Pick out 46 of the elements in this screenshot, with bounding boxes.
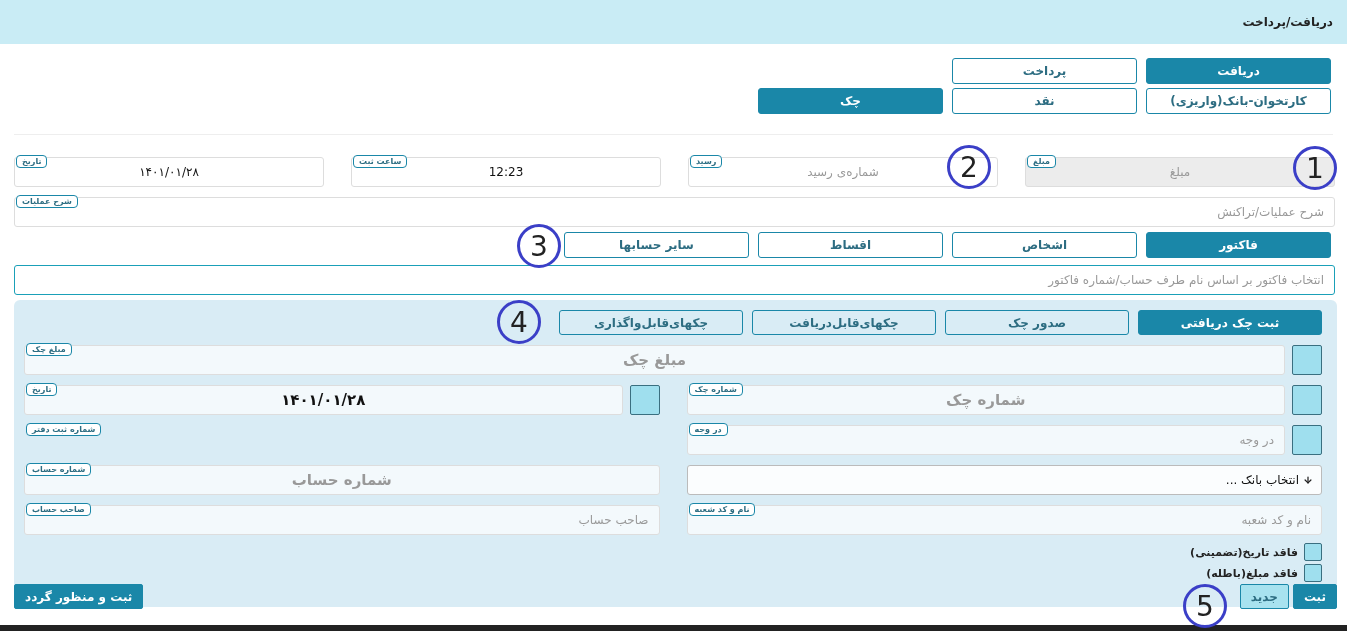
checkbox-label: فاقد تاریخ(تضمینی) (1190, 545, 1298, 559)
save-and-post-button[interactable]: ثبت و منظور گردد (14, 584, 144, 609)
tab[interactable]: چکهای‌قابل‌واگذاری (559, 310, 743, 335)
field-label: تاریخ (16, 155, 48, 168)
field-label: مبلغ (1027, 155, 1056, 168)
arrow-down-icon (1303, 475, 1313, 485)
callout-number: 3 (517, 224, 561, 268)
checkbox[interactable] (629, 385, 660, 415)
method-toggle[interactable]: چک (758, 88, 943, 114)
field-label: تاریخ (26, 383, 58, 396)
tab[interactable]: سایر حسابها (564, 232, 749, 258)
tab[interactable]: اشخاص (952, 232, 1137, 258)
field-label: رسید (690, 155, 723, 168)
callout-number: 4 (497, 300, 541, 344)
checkbox[interactable] (1304, 543, 1322, 561)
method-toggle[interactable]: کارتخوان-بانک(واریزی) (1146, 88, 1331, 114)
search-field[interactable]: انتخاب فاکتور بر اساس نام طرف حساب/شماره فاکتور (14, 265, 1335, 295)
checkbox[interactable] (1292, 425, 1322, 455)
save-button[interactable]: ثبت (1292, 584, 1337, 609)
type-toggle[interactable]: دریافت (1146, 58, 1331, 84)
method-toggle[interactable]: نقد (952, 88, 1137, 114)
field-label: صاحب حساب (26, 503, 91, 516)
checkbox[interactable] (1292, 345, 1322, 375)
checkbox[interactable] (1292, 385, 1322, 415)
field-label: مبلغ چک (26, 343, 72, 356)
field-label: شماره چک (688, 383, 743, 396)
new-button[interactable]: جدید (1239, 584, 1289, 609)
field-label: در وجه (688, 423, 728, 436)
tab[interactable]: اقساط (758, 232, 943, 258)
callout-number: 1 (1293, 146, 1337, 190)
callout-number: 5 (1183, 584, 1227, 628)
field-label: شرح عملیات (16, 195, 78, 208)
checkbox[interactable] (1304, 564, 1322, 582)
window-title: دریافت/پرداخت (1242, 15, 1333, 29)
callout-number: 2 (947, 145, 991, 189)
type-toggle[interactable]: پرداخت (952, 58, 1137, 84)
tab[interactable]: صدور چک (945, 310, 1129, 335)
checkbox-label: فاقد مبلغ(باطله) (1206, 566, 1298, 580)
field-label: شماره حساب (26, 463, 92, 476)
field-label: ساعت ثبت (353, 155, 408, 168)
bank-select[interactable]: انتخاب بانک ... (686, 465, 1322, 495)
tab[interactable]: ثبت چک دریافتی (1138, 310, 1322, 335)
field-label: نام و کد شعبه (688, 503, 756, 516)
tab[interactable]: فاکتور (1146, 232, 1331, 258)
tab[interactable]: چکهای‌قابل‌دریافت (752, 310, 936, 335)
field-label: شماره ثبت دفتر (26, 423, 102, 436)
